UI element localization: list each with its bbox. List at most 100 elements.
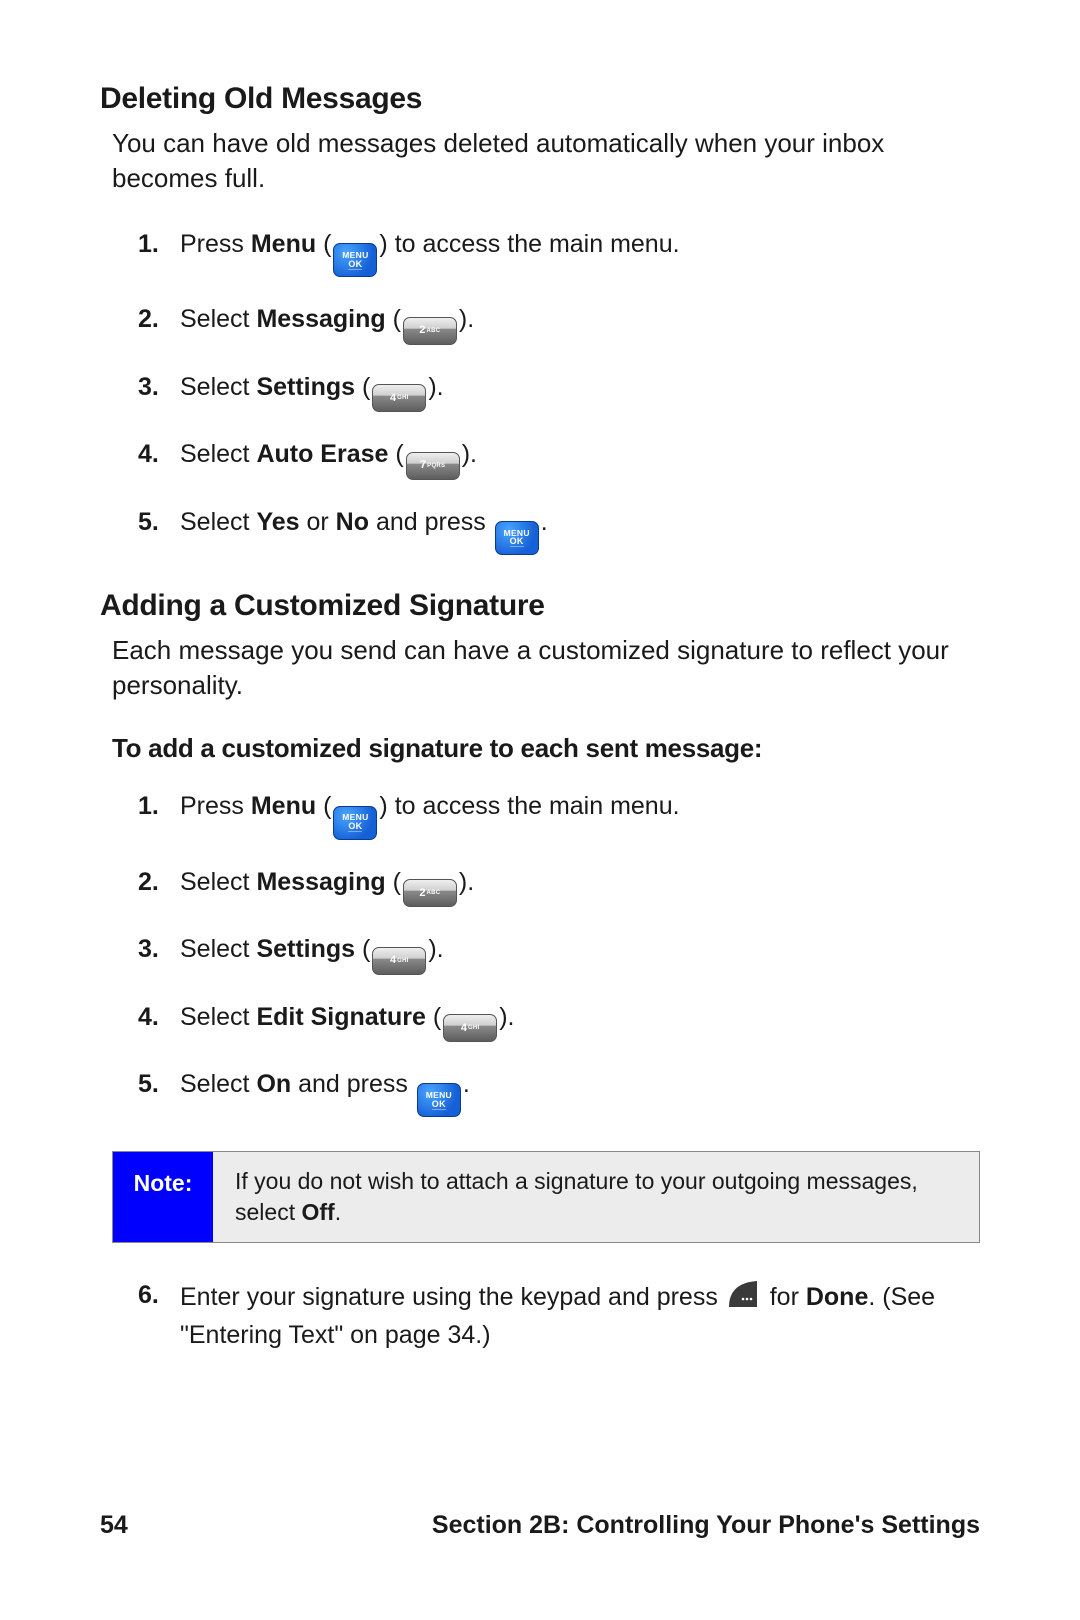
key-4-icon: 4GHI bbox=[372, 947, 426, 975]
subhead-signature: To add a customized signature to each se… bbox=[112, 733, 980, 764]
digit: 2 bbox=[419, 888, 425, 899]
steps-signature-a: Press Menu MENUOK to access the main menu… bbox=[100, 788, 980, 1117]
text: Enter your signature using the keypad an… bbox=[180, 1283, 725, 1311]
paren bbox=[499, 1003, 507, 1031]
text: Select bbox=[180, 373, 256, 401]
paren bbox=[426, 1003, 441, 1031]
text: Press bbox=[180, 230, 251, 258]
text: for bbox=[763, 1283, 806, 1311]
key-4-icon: 4GHI bbox=[372, 384, 426, 412]
key-line2: OK bbox=[348, 260, 362, 270]
key-line2: OK bbox=[348, 822, 362, 832]
intro-deleting: You can have old messages deleted automa… bbox=[112, 126, 980, 196]
note-box: Note: If you do not wish to attach a sig… bbox=[112, 1151, 980, 1243]
key-line2: OK bbox=[432, 1100, 446, 1110]
text: . bbox=[335, 1199, 341, 1225]
key-line2: OK bbox=[510, 537, 524, 547]
menu-ok-icon: MENUOK bbox=[333, 806, 377, 840]
text: Select bbox=[180, 935, 256, 963]
bold: Settings bbox=[256, 935, 355, 963]
bold: Done bbox=[806, 1283, 869, 1311]
heading-deleting: Deleting Old Messages bbox=[100, 82, 980, 116]
letters: GHI bbox=[397, 958, 409, 964]
text: to access the main menu. bbox=[388, 792, 680, 820]
step: Select Messaging 2ABC. bbox=[100, 301, 980, 345]
step: Enter your signature using the keypad an… bbox=[100, 1277, 980, 1354]
digit: 4 bbox=[461, 1023, 467, 1034]
text: Select bbox=[180, 305, 256, 333]
bold: Menu bbox=[251, 230, 316, 258]
bold: Edit Signature bbox=[256, 1003, 425, 1031]
step: Select Settings 4GHI. bbox=[100, 369, 980, 413]
step: Select Messaging 2ABC. bbox=[100, 864, 980, 908]
menu-ok-icon: MENUOK bbox=[417, 1083, 461, 1117]
text: . bbox=[437, 935, 444, 963]
manual-page: Deleting Old Messages You can have old m… bbox=[0, 0, 1080, 1620]
text: . bbox=[470, 440, 477, 468]
bold: No bbox=[336, 508, 369, 536]
step: Select On and press MENUOK. bbox=[100, 1066, 980, 1117]
digit: 2 bbox=[419, 325, 425, 336]
paren bbox=[316, 792, 331, 820]
paren bbox=[428, 373, 436, 401]
digit: 4 bbox=[390, 955, 396, 966]
text: Press bbox=[180, 792, 251, 820]
text: . bbox=[463, 1070, 470, 1098]
text: . bbox=[467, 305, 474, 333]
text: . bbox=[467, 868, 474, 896]
bold: Messaging bbox=[256, 868, 385, 896]
text: . bbox=[541, 508, 548, 536]
step: Select Auto Erase 7PQRS. bbox=[100, 436, 980, 480]
text: Select bbox=[180, 868, 256, 896]
text: . bbox=[437, 373, 444, 401]
bold: Menu bbox=[251, 792, 316, 820]
step: Press MenuMENUOK to access the main menu… bbox=[100, 226, 980, 277]
intro-signature: Each message you send can have a customi… bbox=[112, 633, 980, 703]
text: or bbox=[300, 508, 336, 536]
step: Select Edit Signature 4GHI. bbox=[100, 999, 980, 1043]
paren bbox=[428, 935, 436, 963]
bold: On bbox=[256, 1070, 291, 1098]
letters: ABC bbox=[427, 890, 441, 896]
digit: 7 bbox=[420, 460, 426, 471]
letters: GHI bbox=[468, 1025, 480, 1031]
page-footer: 54 Section 2B: Controlling Your Phone's … bbox=[100, 1511, 980, 1540]
footer-title: Section 2B: Controlling Your Phone's Set… bbox=[432, 1511, 980, 1540]
bold: Messaging bbox=[256, 305, 385, 333]
text: Select bbox=[180, 1070, 256, 1098]
paren bbox=[355, 373, 370, 401]
text: . bbox=[508, 1003, 515, 1031]
letters: PQRS bbox=[427, 463, 445, 469]
paren bbox=[386, 868, 401, 896]
paren bbox=[462, 440, 470, 468]
steps-signature-b: Enter your signature using the keypad an… bbox=[100, 1277, 980, 1354]
text: Select bbox=[180, 508, 256, 536]
key-2-icon: 2ABC bbox=[403, 879, 457, 907]
letters: GHI bbox=[397, 395, 409, 401]
text: Select bbox=[180, 1003, 256, 1031]
key-2-icon: 2ABC bbox=[403, 317, 457, 345]
heading-signature: Adding a Customized Signature bbox=[100, 589, 980, 623]
text: and press bbox=[291, 1070, 415, 1098]
step: Select Yes or No and press MENUOK. bbox=[100, 504, 980, 555]
paren bbox=[355, 935, 370, 963]
paren bbox=[459, 868, 467, 896]
note-body: If you do not wish to attach a signature… bbox=[213, 1152, 979, 1242]
paren bbox=[386, 305, 401, 333]
paren bbox=[388, 440, 403, 468]
softkey-icon bbox=[727, 1277, 761, 1311]
note-label: Note: bbox=[113, 1152, 213, 1242]
paren bbox=[459, 305, 467, 333]
bold: Auto Erase bbox=[256, 440, 388, 468]
steps-deleting: Press MenuMENUOK to access the main menu… bbox=[100, 226, 980, 555]
paren bbox=[379, 792, 387, 820]
text: Select bbox=[180, 440, 256, 468]
step: Press Menu MENUOK to access the main menu… bbox=[100, 788, 980, 839]
page-number: 54 bbox=[100, 1511, 128, 1540]
key-7-icon: 7PQRS bbox=[406, 452, 460, 480]
menu-ok-icon: MENUOK bbox=[495, 521, 539, 555]
bold: Off bbox=[301, 1199, 334, 1225]
letters: ABC bbox=[427, 328, 441, 334]
bold: Settings bbox=[256, 373, 355, 401]
digit: 4 bbox=[390, 393, 396, 404]
